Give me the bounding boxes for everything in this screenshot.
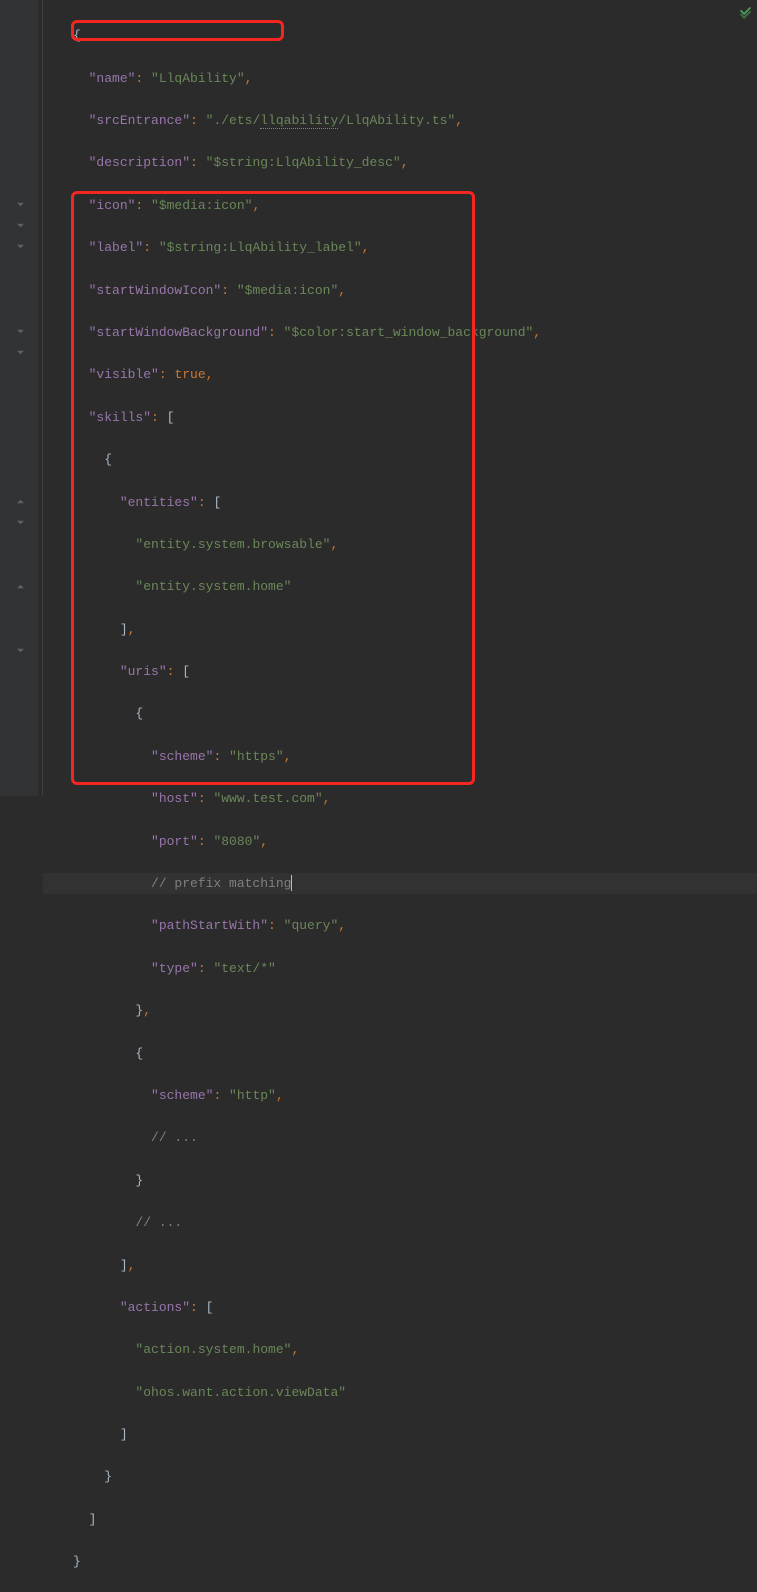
code-line: "action.system.home", [43,1339,757,1360]
code-line: ], [43,1255,757,1276]
code-line: "entity.system.home" [43,576,757,597]
code-line-current: // prefix matching [43,873,757,894]
fold-collapse-icon[interactable] [14,496,26,508]
code-editor[interactable]: { "name": "LlqAbility", "srcEntrance": "… [43,4,757,1592]
code-line: "description": "$string:LlqAbility_desc"… [43,152,757,173]
fold-collapse-icon[interactable] [14,581,26,593]
code-line: ] [43,1424,757,1445]
code-line: "scheme": "http", [43,1085,757,1106]
gutter [0,0,38,796]
code-line: "skills": [ [43,407,757,428]
code-line: "icon": "$media:icon", [43,195,757,216]
code-line: { [43,1043,757,1064]
fold-expand-icon[interactable] [14,199,26,211]
text-caret [291,875,292,891]
code-line: } [43,1551,757,1572]
code-line: "name": "LlqAbility", [43,68,757,89]
code-line: "actions": [ [43,1297,757,1318]
code-line: "host": "www.test.com", [43,788,757,809]
code-line: }, [43,1000,757,1021]
code-line: // ... [43,1127,757,1148]
code-line: { [43,703,757,724]
code-line: } [43,1466,757,1487]
code-line: } [43,1170,757,1191]
code-line: "entities": [ [43,492,757,513]
code-line: ] [43,1509,757,1530]
code-line: "visible": true, [43,364,757,385]
code-line: "pathStartWith": "query", [43,915,757,936]
fold-expand-icon[interactable] [14,220,26,232]
code-line: ], [43,619,757,640]
fold-expand-icon[interactable] [14,241,26,253]
fold-expand-icon[interactable] [14,517,26,529]
code-line: "ohos.want.action.viewData" [43,1382,757,1403]
code-line: "startWindowIcon": "$media:icon", [43,280,757,301]
code-line: "scheme": "https", [43,746,757,767]
code-line: "startWindowBackground": "$color:start_w… [43,322,757,343]
code-line: { [43,449,757,470]
fold-expand-icon[interactable] [14,347,26,359]
code-line: "port": "8080", [43,831,757,852]
code-line: // ... [43,1212,757,1233]
code-line: "type": "text/*" [43,958,757,979]
code-line: "uris": [ [43,661,757,682]
fold-expand-icon[interactable] [14,645,26,657]
code-line: "srcEntrance": "./ets/llqability/LlqAbil… [43,110,757,131]
code-line: "entity.system.browsable", [43,534,757,555]
fold-expand-icon[interactable] [14,326,26,338]
code-line: { [43,25,757,46]
code-line: "label": "$string:LlqAbility_label", [43,237,757,258]
